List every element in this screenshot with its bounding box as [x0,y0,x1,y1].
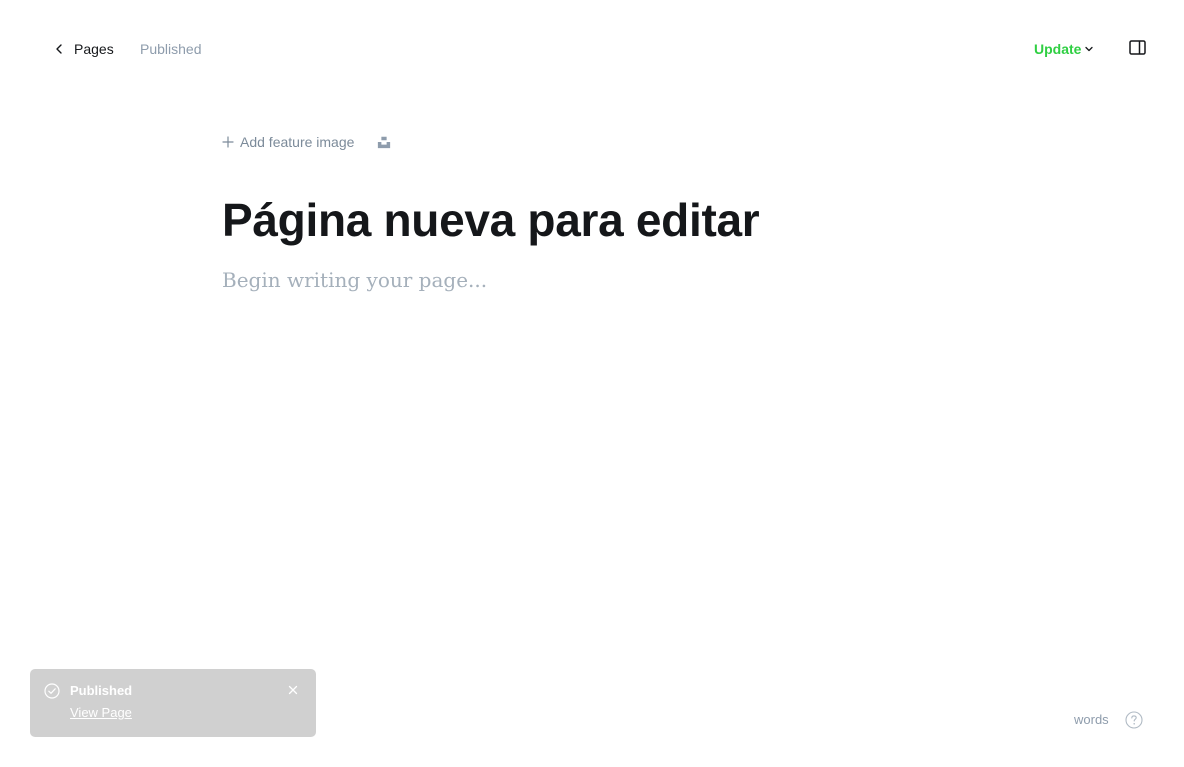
back-to-pages-link[interactable]: Pages [52,38,114,60]
update-button[interactable]: Update [1034,38,1094,60]
view-page-link[interactable]: View Page [70,705,132,721]
chevron-down-icon [1085,46,1094,52]
page-title[interactable]: Página nueva para editar [222,190,760,250]
editor-page: Pages Published Update Add feature image… [0,0,1184,767]
chevron-left-icon [52,42,66,56]
published-notification: Published View Page [30,669,316,737]
add-feature-image-label: Add feature image [240,134,355,150]
close-icon[interactable] [286,683,300,697]
sidebar-toggle-icon [1129,40,1146,55]
sidebar-toggle-button[interactable] [1128,39,1148,57]
word-count: words [1074,712,1109,727]
update-button-label: Update [1034,41,1082,57]
feature-image-row: Add feature image [222,130,392,154]
help-icon[interactable] [1125,711,1143,729]
add-feature-image-button[interactable]: Add feature image [222,134,354,150]
check-circle-icon [44,683,60,699]
unsplash-icon[interactable] [376,134,392,150]
page-body-editor[interactable]: Begin writing your page... [222,265,982,297]
post-status: Published [140,41,202,57]
plus-icon [222,136,234,148]
notification-title: Published [70,683,133,698]
back-link-label: Pages [74,41,114,57]
